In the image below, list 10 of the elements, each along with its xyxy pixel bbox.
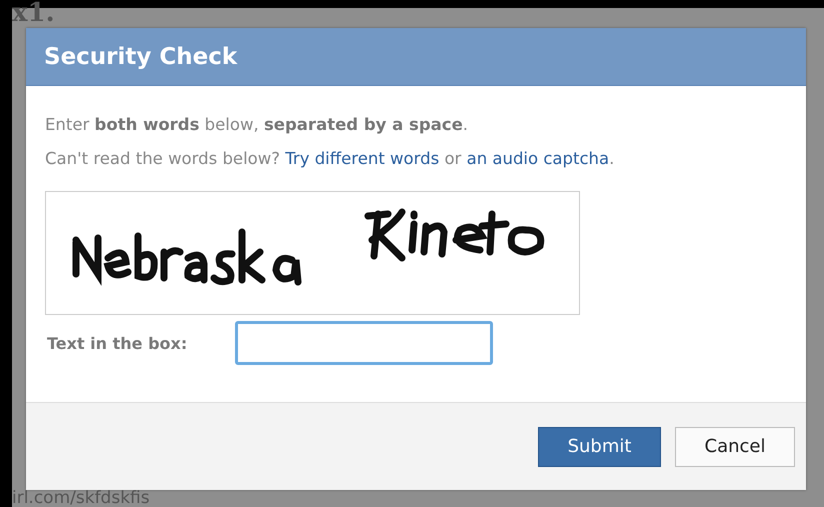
- cancel-button[interactable]: Cancel: [675, 426, 795, 466]
- page-url: irl.com/skfdskfis: [12, 488, 150, 507]
- audio-captcha-link[interactable]: an audio captcha: [466, 149, 610, 168]
- text-input-field[interactable]: [235, 321, 493, 365]
- different-words-link[interactable]: Try different words: [285, 149, 440, 168]
- field-label: Text in the box:: [46, 334, 188, 352]
- help-text: Can't read the words below? Try different words or an audio captcha.: [45, 148, 616, 170]
- dialog-title: Security Check: [44, 44, 238, 70]
- submit-button[interactable]: Submit: [538, 426, 661, 466]
- instruction-text: Enter both words below, separated by a space.: [45, 114, 470, 136]
